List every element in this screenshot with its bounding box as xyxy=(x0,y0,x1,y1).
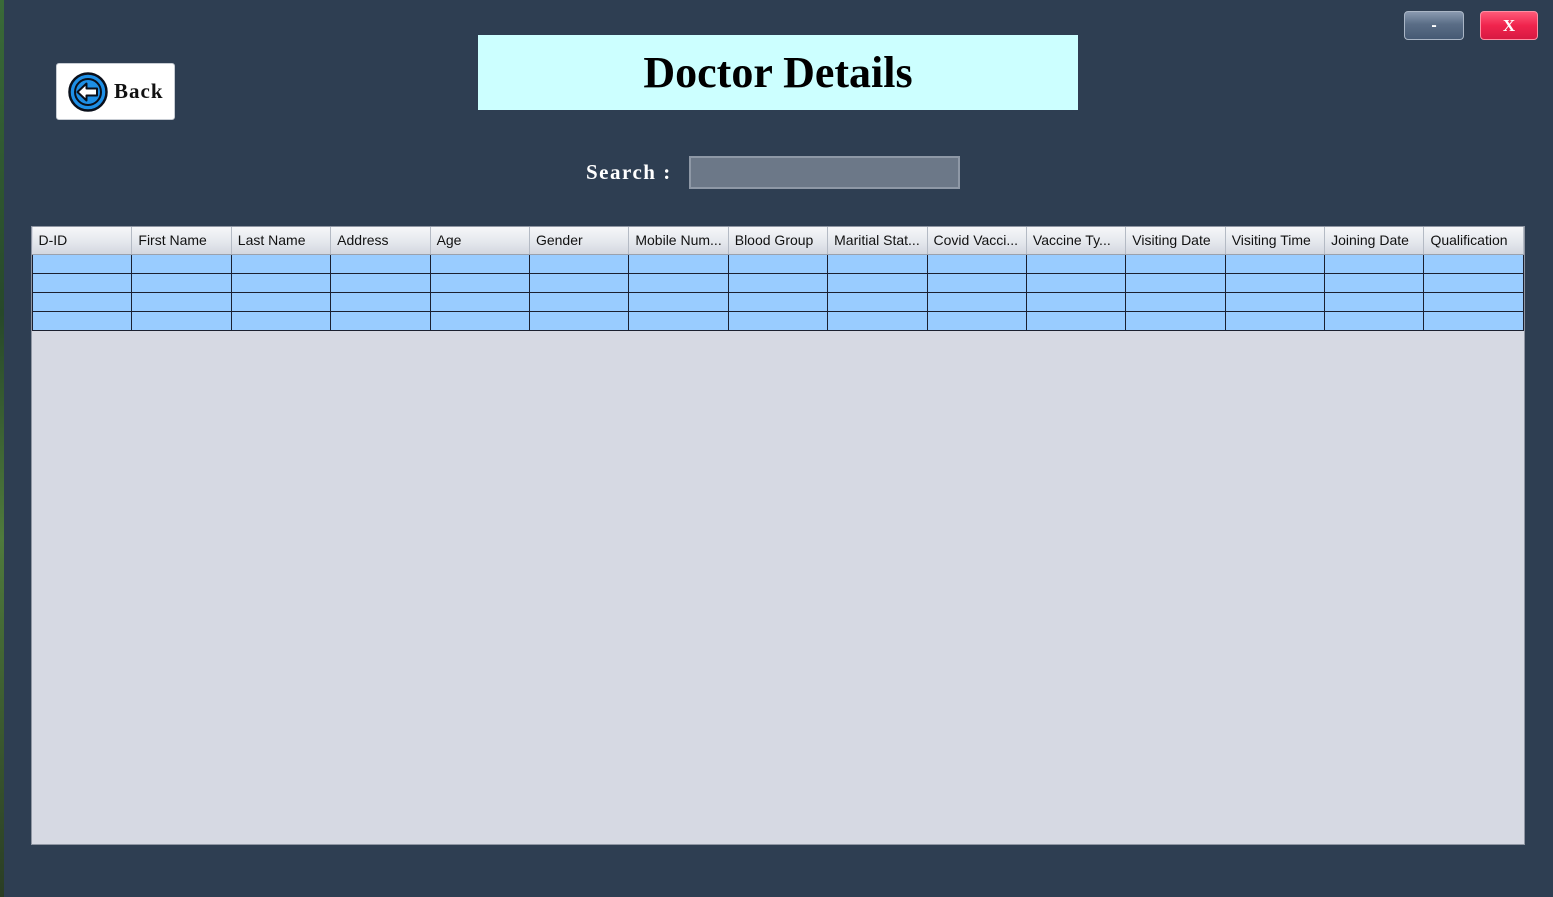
table-cell[interactable] xyxy=(330,272,431,293)
table-cell[interactable] xyxy=(1125,272,1226,293)
table-cell[interactable] xyxy=(1224,310,1326,331)
table-cell[interactable] xyxy=(926,291,1027,312)
table-cell[interactable] xyxy=(32,310,133,331)
table-cell[interactable] xyxy=(131,253,232,274)
table-cell[interactable] xyxy=(1324,272,1425,293)
table-cell[interactable] xyxy=(1025,253,1127,274)
table-cell[interactable] xyxy=(628,310,729,331)
table-cell[interactable] xyxy=(1025,291,1127,312)
table-cell[interactable] xyxy=(1224,291,1326,312)
table-row[interactable] xyxy=(32,310,1524,331)
table-cell[interactable] xyxy=(727,272,829,293)
table-cell[interactable] xyxy=(429,291,530,312)
close-button[interactable]: X xyxy=(1480,11,1538,40)
table-cell[interactable] xyxy=(528,272,630,293)
page-title-banner: Doctor Details xyxy=(478,35,1078,110)
minimize-button[interactable]: - xyxy=(1404,11,1464,40)
table-cell[interactable] xyxy=(1125,291,1226,312)
table-cell[interactable] xyxy=(230,310,332,331)
column-header[interactable]: Covid Vacci... xyxy=(927,227,1027,255)
table-row[interactable] xyxy=(32,253,1524,274)
table-cell[interactable] xyxy=(32,291,133,312)
column-header[interactable]: Joining Date xyxy=(1324,227,1425,255)
table-cell[interactable] xyxy=(926,310,1027,331)
table-cell[interactable] xyxy=(727,291,829,312)
background-strip xyxy=(0,0,4,897)
table-cell[interactable] xyxy=(1324,291,1425,312)
table-cell[interactable] xyxy=(32,272,133,293)
table-cell[interactable] xyxy=(628,253,729,274)
table-cell[interactable] xyxy=(429,253,530,274)
back-button-label: Back xyxy=(114,79,164,103)
table-cell[interactable] xyxy=(1025,310,1127,331)
column-header[interactable]: Qualification xyxy=(1423,227,1524,255)
table-cell[interactable] xyxy=(1025,272,1127,293)
table-cell[interactable] xyxy=(528,253,630,274)
table-cell[interactable] xyxy=(230,272,332,293)
doctor-table-panel[interactable]: D-ID First Name Last Name Address Age Gender M… xyxy=(31,226,1525,845)
table-cell[interactable] xyxy=(628,272,729,293)
table-cell[interactable] xyxy=(926,272,1027,293)
column-header[interactable]: Address xyxy=(330,227,431,255)
table-cell[interactable] xyxy=(330,253,431,274)
table-cell[interactable] xyxy=(926,253,1027,274)
close-label: X xyxy=(1502,15,1516,35)
table-cell[interactable] xyxy=(1324,310,1425,331)
table-cell[interactable] xyxy=(727,253,829,274)
table-cell[interactable] xyxy=(330,291,431,312)
search-label: Search : xyxy=(586,160,672,184)
column-header[interactable]: Mobile Num... xyxy=(628,227,729,255)
table-cell[interactable] xyxy=(32,253,133,274)
table-cell[interactable] xyxy=(528,310,630,331)
arrow-left-circle-icon xyxy=(68,71,108,112)
column-header[interactable]: Age xyxy=(430,227,530,255)
table-cell[interactable] xyxy=(827,291,928,312)
page-title: Doctor Details xyxy=(643,48,913,97)
back-button[interactable]: Back xyxy=(56,63,175,120)
table-cell[interactable] xyxy=(1125,310,1226,331)
column-header[interactable]: Gender xyxy=(529,227,630,255)
table-body xyxy=(32,253,1524,331)
column-header[interactable]: Last Name xyxy=(231,227,332,255)
table-cell[interactable] xyxy=(1224,272,1326,293)
table-cell[interactable] xyxy=(230,291,332,312)
column-header[interactable]: D-ID xyxy=(32,227,133,255)
table-cell[interactable] xyxy=(827,272,928,293)
table-cell[interactable] xyxy=(1423,253,1524,274)
table-cell[interactable] xyxy=(528,291,630,312)
table-row[interactable] xyxy=(32,291,1524,312)
table-cell[interactable] xyxy=(1423,272,1524,293)
table-cell[interactable] xyxy=(131,291,232,312)
table-cell[interactable] xyxy=(429,310,530,331)
table-cell[interactable] xyxy=(1423,291,1524,312)
search-input[interactable] xyxy=(689,156,960,189)
table-cell[interactable] xyxy=(1324,253,1425,274)
table-cell[interactable] xyxy=(131,272,232,293)
table-cell[interactable] xyxy=(330,310,431,331)
column-header[interactable]: Blood Group xyxy=(728,227,829,255)
column-header[interactable]: First Name xyxy=(131,227,232,255)
doctor-table[interactable]: D-ID First Name Last Name Address Age Gender M… xyxy=(32,227,1524,331)
table-cell[interactable] xyxy=(1423,310,1524,331)
column-header[interactable]: Vaccine Ty... xyxy=(1026,227,1127,255)
table-cell[interactable] xyxy=(628,291,729,312)
table-cell[interactable] xyxy=(827,253,928,274)
table-cell[interactable] xyxy=(131,310,232,331)
table-cell[interactable] xyxy=(1125,253,1226,274)
minimize-label: - xyxy=(1431,16,1437,34)
table-cell[interactable] xyxy=(230,253,332,274)
table-cell[interactable] xyxy=(827,310,928,331)
column-header[interactable]: Visiting Time xyxy=(1225,227,1326,255)
table-header-row: D-ID First Name Last Name Address Age Gender M… xyxy=(32,227,1524,255)
table-cell[interactable] xyxy=(1224,253,1326,274)
table-row[interactable] xyxy=(32,272,1524,293)
column-header[interactable]: Visiting Date xyxy=(1125,227,1226,255)
table-cell[interactable] xyxy=(727,310,829,331)
table-cell[interactable] xyxy=(429,272,530,293)
column-header[interactable]: Maritial Stat... xyxy=(827,227,928,255)
